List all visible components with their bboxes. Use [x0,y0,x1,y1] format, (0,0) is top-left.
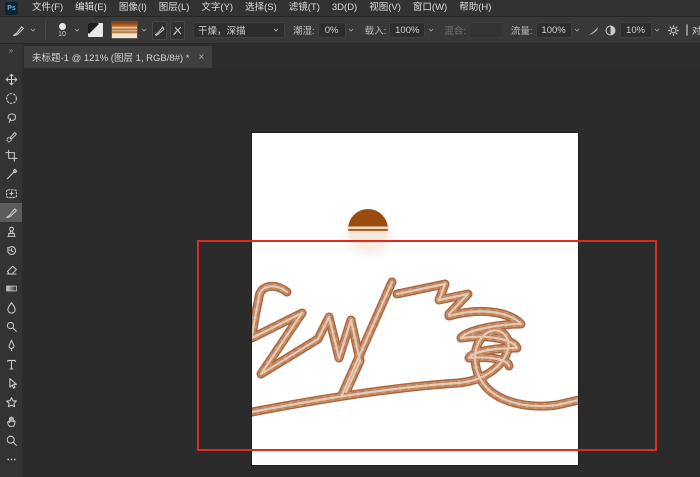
blur-tool[interactable] [0,298,22,317]
menu-item-0[interactable]: 文件(F) [26,0,69,16]
close-icon[interactable]: × [198,52,204,63]
chevron-down-icon[interactable] [71,22,82,38]
menu-items: 文件(F)编辑(E)图像(I)图层(L)文字(Y)选择(S)滤镜(T)3D(D)… [26,0,497,16]
zoom-tool[interactable] [0,431,22,450]
eraser-tool[interactable] [0,260,22,279]
menu-item-8[interactable]: 视图(V) [363,0,407,16]
mix-label: 混合: [444,23,466,37]
tool-preset-picker[interactable] [5,21,38,39]
menu-bar: Ps 文件(F)编辑(E)图像(I)图层(L)文字(Y)选择(S)滤镜(T)3D… [0,0,700,17]
airbrush-icon [587,24,600,37]
chevron-down-icon[interactable] [425,22,436,38]
smoothing-settings-button[interactable] [667,21,680,39]
mix-value [469,22,503,38]
gear-icon [667,24,680,37]
clean-brush-icon [171,24,184,37]
wet-value: 0% [318,22,346,38]
toolbar-collapse-chevron[interactable]: » [9,46,13,58]
crop-tool[interactable] [0,146,22,165]
custom-shape-tool[interactable] [0,393,22,412]
hand-tool[interactable] [0,412,22,431]
menu-item-5[interactable]: 选择(S) [239,0,283,16]
lasso-tool[interactable] [0,108,22,127]
airbrush-button[interactable] [587,21,600,39]
mixer-brush-tool[interactable] [0,203,22,222]
mix-field [469,22,503,38]
mixer-brush-icon [9,21,27,39]
load-label: 载入: [365,23,387,37]
menu-item-6[interactable]: 滤镜(T) [283,0,326,16]
tool-options-bar: 10 干燥，深描 潮湿: 0% 载入: 100% [0,17,700,44]
chevron-down-icon[interactable] [572,22,583,38]
tools-panel: » [0,44,22,477]
history-brush-tool[interactable] [0,241,22,260]
toggle-brush-settings-panel-button[interactable] [88,23,103,37]
eyedropper-tool[interactable] [0,165,22,184]
pen-tool[interactable] [0,336,22,355]
flow-value: 100% [536,22,572,38]
smoothing-value: 10% [620,22,652,38]
menu-item-4[interactable]: 文字(Y) [195,0,239,16]
brush-load-swatch [111,21,138,39]
document-tab-strip: 未标题-1 @ 121% (图层 1, RGB/8#) * × [22,44,700,68]
divider [45,20,46,40]
load-value: 100% [389,22,425,38]
load-brush-icon [153,24,166,37]
gradient-tool[interactable] [0,279,22,298]
brush-size-picker[interactable]: 10 [53,22,82,38]
menu-item-2[interactable]: 图像(I) [113,0,153,16]
document-tab-title: 未标题-1 @ 121% (图层 1, RGB/8#) * [32,50,189,64]
smoothing-field[interactable]: 10% [620,22,663,38]
marquee-tool[interactable] [0,89,22,108]
brush-size-value: 10 [58,31,66,38]
clone-stamp-tool[interactable] [0,222,22,241]
sample-all-layers-label: 对 [692,23,700,37]
preset-combo-value: 干燥，深描 [198,23,246,37]
chevron-down-icon[interactable] [652,22,663,38]
red-rectangle-overlay [197,240,657,451]
menu-item-3[interactable]: 图层(L) [153,0,196,16]
chevron-down-icon[interactable] [346,22,357,38]
wet-field[interactable]: 0% [318,22,357,38]
menu-item-10[interactable]: 帮助(H) [453,0,497,16]
quick-selection-tool[interactable] [0,127,22,146]
chevron-down-icon[interactable] [27,22,38,38]
menu-item-1[interactable]: 编辑(E) [69,0,113,16]
useful-combinations-dropdown[interactable]: 干燥，深描 [193,22,285,38]
chevron-down-icon[interactable] [138,22,149,38]
chevron-down-icon [272,26,280,34]
menu-item-9[interactable]: 窗口(W) [407,0,453,16]
flow-label: 流量: [511,23,533,37]
wet-label: 潮湿: [293,23,315,37]
brush-tip-preview: 10 [53,23,71,38]
type-tool[interactable] [0,355,22,374]
current-brush-load-picker[interactable] [111,21,149,39]
menu-item-7[interactable]: 3D(D) [326,0,363,16]
load-field[interactable]: 100% [389,22,436,38]
move-tool[interactable] [0,70,22,89]
edit-toolbar-more[interactable] [0,450,22,469]
load-brush-after-stroke-button[interactable] [152,21,167,40]
healing-brush-tool[interactable] [0,184,22,203]
toggle-brush-panel-icon [88,23,103,37]
smoothing-button[interactable] [604,21,617,39]
dodge-tool[interactable] [0,317,22,336]
document-tab[interactable]: 未标题-1 @ 121% (图层 1, RGB/8#) * × [24,46,212,68]
sample-all-layers-checkbox[interactable] [686,24,688,36]
path-selection-tool[interactable] [0,374,22,393]
clean-brush-after-stroke-button[interactable] [170,21,185,40]
flow-field[interactable]: 100% [536,22,583,38]
photoshop-logo-icon: Ps [5,2,18,15]
smoothing-icon [604,24,617,37]
brush-dot-icon [59,23,66,30]
